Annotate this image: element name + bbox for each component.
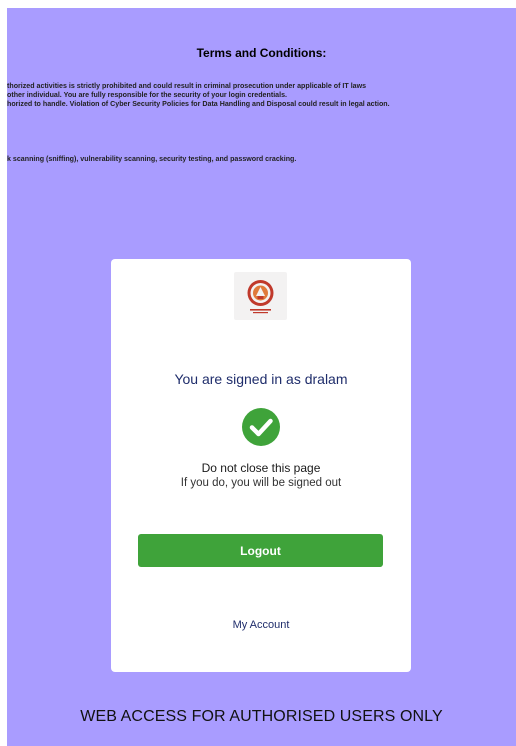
- terms-line: k scanning (sniffing), vulnerability sca…: [7, 155, 297, 163]
- authorised-users-footer: WEB ACCESS FOR AUTHORISED USERS ONLY: [80, 708, 443, 725]
- terms-title: Terms and Conditions:: [196, 46, 327, 60]
- terms-line: thorized activities is strictly prohibit…: [7, 82, 367, 90]
- signed-in-message: You are signed in as dralam: [174, 371, 348, 387]
- institution-logo-icon: [247, 280, 274, 314]
- institution-logo: [234, 272, 287, 320]
- check-circle-icon: [242, 408, 280, 446]
- my-account-link[interactable]: My Account: [111, 619, 411, 631]
- warning-subtitle: If you do, you will be signed out: [180, 477, 342, 489]
- terms-line: horized to handle. Violation of Cyber Se…: [7, 100, 390, 108]
- signed-in-card: You are signed in as dralam Do not close…: [111, 259, 411, 672]
- terms-line: other individual. You are fully responsi…: [7, 91, 287, 99]
- logout-button[interactable]: Logout: [138, 534, 383, 567]
- warning-title: Do not close this page: [201, 461, 321, 475]
- page-background: Terms and Conditions: thorized activitie…: [7, 8, 516, 746]
